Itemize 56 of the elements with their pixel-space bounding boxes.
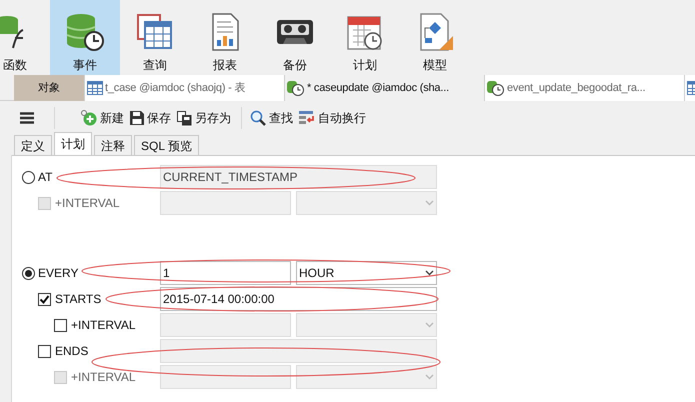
- save-icon: [130, 111, 144, 125]
- checkbox[interactable]: [38, 292, 51, 306]
- tab[interactable]: 定义: [14, 135, 52, 155]
- timestamp-field[interactable]: CURRENT_TIMESTAMP: [160, 165, 437, 189]
- document-tab[interactable]: t_case @iamdoc (shaojq) - 表: [85, 75, 285, 101]
- tab[interactable]: 计划: [54, 132, 92, 155]
- option-label: +INTERVAL: [71, 317, 136, 334]
- toolbar-button[interactable]: 保存: [128, 109, 173, 127]
- tab[interactable]: 注释: [94, 135, 132, 155]
- toolbar-button[interactable]: 自动换行: [297, 109, 368, 127]
- interval-field[interactable]: 1: [160, 261, 291, 285]
- database-clock-icon: [487, 80, 505, 96]
- radio-button[interactable]: [22, 266, 35, 280]
- table-icon: [135, 12, 175, 52]
- interval-field[interactable]: [160, 191, 291, 215]
- document-tab[interactable]: * caseupdate @iamdoc (sha...: [285, 75, 485, 101]
- ribbon-button[interactable]: 计划: [330, 0, 400, 75]
- option-label: STARTS: [55, 291, 102, 308]
- unit-dropdown[interactable]: [296, 365, 437, 389]
- option-label: ENDS: [55, 343, 88, 360]
- checkbox[interactable]: [54, 318, 67, 332]
- datetime-field[interactable]: [160, 339, 437, 363]
- database-clock-icon: [65, 12, 105, 52]
- radio-button[interactable]: [22, 170, 35, 184]
- ribbon-button[interactable]: 查询: [120, 0, 190, 75]
- toolbar-button[interactable]: 新建: [79, 109, 126, 127]
- chevron-down-icon: [425, 200, 434, 206]
- ribbon-button[interactable]: 报表: [190, 0, 260, 75]
- ribbon-button[interactable]: 事件: [50, 0, 120, 75]
- interval-field[interactable]: [160, 313, 291, 337]
- document-tab[interactable]: event_update_begoodat_ra...: [485, 75, 685, 101]
- copy-document-icon: [177, 110, 192, 126]
- chevron-down-icon: [425, 322, 434, 328]
- option-label: +INTERVAL: [55, 195, 120, 212]
- option-label: EVERY: [38, 265, 78, 282]
- database-clock-icon: [287, 80, 305, 96]
- datetime-field[interactable]: 2015-07-14 00:00:00: [160, 287, 437, 311]
- checkbox[interactable]: [38, 344, 51, 358]
- option-label: +INTERVAL: [71, 369, 136, 386]
- toolbar-button[interactable]: 另存为: [175, 109, 233, 127]
- document-tab[interactable]: 对象: [14, 75, 85, 101]
- tab[interactable]: SQL 预览: [134, 135, 199, 155]
- toolbar-button[interactable]: 查找: [248, 109, 295, 127]
- menu-icon[interactable]: [20, 112, 34, 124]
- option-label: AT: [38, 169, 52, 186]
- search-icon: [250, 110, 266, 126]
- table-icon: [87, 81, 103, 95]
- unit-dropdown[interactable]: HOUR: [296, 261, 437, 285]
- ribbon-button[interactable]: 函数: [0, 0, 50, 75]
- chevron-down-icon: [425, 270, 434, 276]
- word-wrap-icon: [299, 111, 315, 125]
- add-icon: [81, 110, 97, 126]
- ribbon-button[interactable]: 模型: [400, 0, 470, 75]
- ribbon-button[interactable]: 备份: [260, 0, 330, 75]
- interval-field[interactable]: [160, 365, 291, 389]
- chevron-down-icon: [425, 374, 434, 380]
